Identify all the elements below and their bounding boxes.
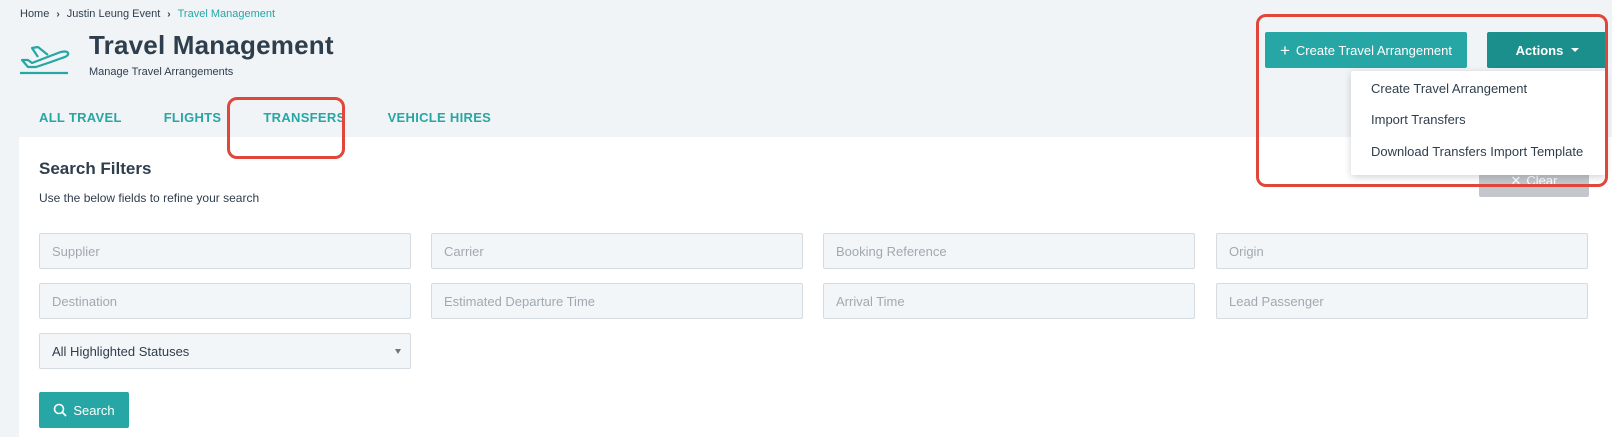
tab-transfers[interactable]: TRANSFERS: [263, 110, 345, 125]
menu-item-create-travel-arrangement[interactable]: Create Travel Arrangement: [1371, 81, 1527, 99]
menu-item-download-transfers-import-template[interactable]: Download Transfers Import Template: [1371, 144, 1583, 162]
search-button[interactable]: Search: [39, 392, 129, 428]
filters-subtitle: Use the below fields to refine your sear…: [39, 191, 260, 205]
actions-dropdown-menu: Create Travel Arrangement Import Transfe…: [1351, 71, 1606, 175]
breadcrumb-event[interactable]: Justin Leung Event: [67, 8, 161, 20]
filters-title: Search Filters: [39, 159, 152, 178]
airplane-icon: [20, 45, 70, 75]
clear-button-label: Clear: [1526, 173, 1558, 188]
page-title: Travel Management: [89, 30, 334, 60]
travel-tabs: ALL TRAVEL FLIGHTS TRANSFERS VEHICLE HIR…: [39, 110, 533, 125]
supplier-input[interactable]: Supplier: [39, 233, 411, 269]
breadcrumb-current: Travel Management: [177, 8, 276, 20]
caret-down-icon: [1571, 48, 1580, 52]
search-filters-panel: Search Filters Use the below fields to r…: [19, 137, 1612, 437]
breadcrumb: Home › Justin Leung Event › Travel Manag…: [20, 8, 275, 20]
caret-down-icon: [395, 349, 401, 354]
status-select-value: All Highlighted Statuses: [52, 343, 190, 359]
tab-flights[interactable]: FLIGHTS: [164, 110, 222, 125]
page-subtitle: Manage Travel Arrangements: [89, 66, 234, 78]
menu-item-import-transfers[interactable]: Import Transfers: [1371, 112, 1466, 130]
plus-icon: +: [1279, 40, 1290, 60]
estimated-departure-time-input[interactable]: Estimated Departure Time: [431, 283, 803, 319]
arrival-time-input[interactable]: Arrival Time: [823, 283, 1195, 319]
tab-all-travel[interactable]: ALL TRAVEL: [39, 110, 122, 125]
destination-input[interactable]: Destination: [39, 283, 411, 319]
booking-reference-input[interactable]: Booking Reference: [823, 233, 1195, 269]
chevron-right-icon: ›: [167, 8, 171, 20]
search-icon: [54, 403, 68, 417]
tab-vehicle-hires[interactable]: VEHICLE HIRES: [388, 110, 492, 125]
origin-input[interactable]: Origin: [1216, 233, 1588, 269]
actions-button-label: Actions: [1515, 42, 1564, 58]
create-button-label: Create Travel Arrangement: [1295, 42, 1452, 58]
actions-button[interactable]: Actions: [1487, 32, 1608, 68]
create-travel-arrangement-button[interactable]: + Create Travel Arrangement: [1265, 32, 1467, 68]
breadcrumb-home[interactable]: Home: [20, 8, 49, 20]
carrier-input[interactable]: Carrier: [431, 233, 803, 269]
chevron-right-icon: ›: [56, 8, 60, 20]
search-button-label: Search: [73, 402, 115, 418]
status-select[interactable]: All Highlighted Statuses: [39, 333, 411, 369]
lead-passenger-input[interactable]: Lead Passenger: [1216, 283, 1588, 319]
